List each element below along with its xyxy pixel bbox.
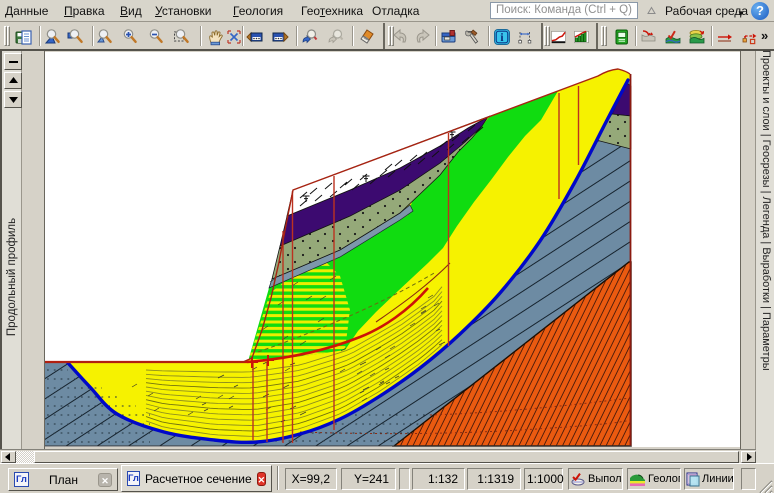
svg-text:i: i [500,32,503,44]
